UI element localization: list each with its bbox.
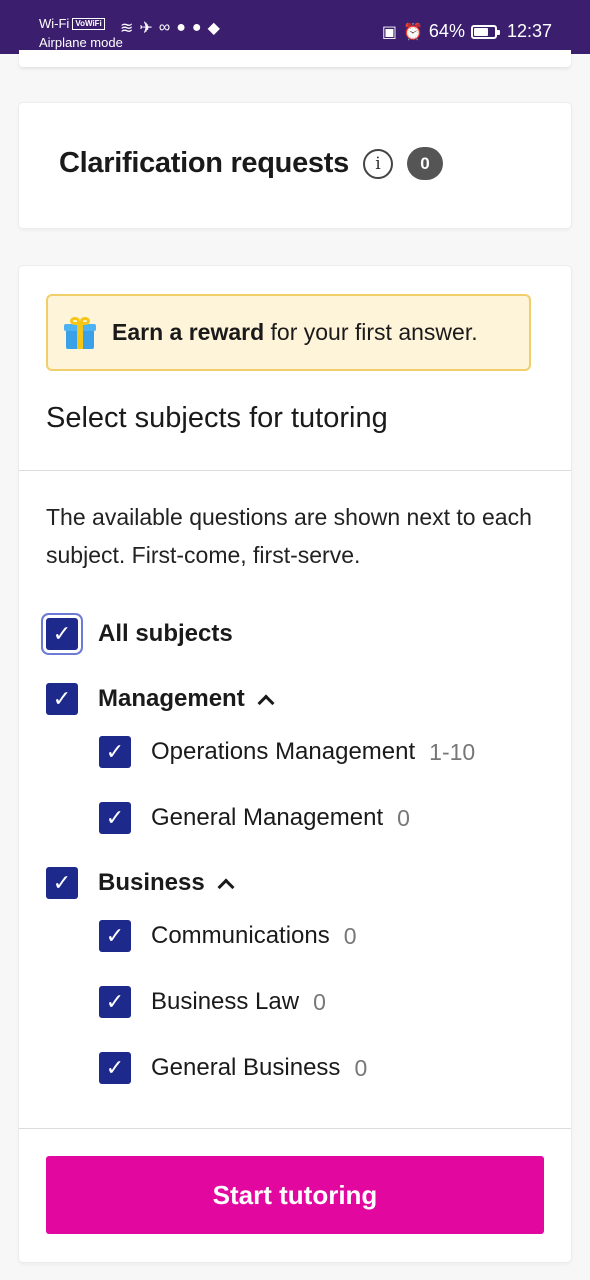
subject-label: Communications — [151, 922, 330, 949]
business-law-checkbox[interactable]: ✓ — [99, 986, 131, 1018]
question-count: 1-10 — [429, 738, 476, 765]
all-subjects-checkbox[interactable]: ✓ — [46, 618, 78, 650]
subjects-title: Select subjects for tutoring — [46, 402, 388, 434]
subject-label: General Management — [151, 804, 384, 831]
group-management[interactable]: ✓ Management — [46, 683, 271, 715]
alarm-icon: ⏰ — [403, 23, 423, 41]
infinity-icon: ∞ — [158, 19, 171, 36]
subject-option[interactable]: ✓ General Business 0 — [99, 1052, 367, 1084]
wifi-label: Wi-Fi — [39, 16, 70, 31]
notification-icons: ≋ ✈ ∞ ● ● ◆ — [120, 18, 220, 38]
communications-checkbox[interactable]: ✓ — [99, 920, 131, 952]
clarification-count-badge: 0 — [406, 147, 443, 180]
question-count: 0 — [343, 922, 357, 949]
management-label: Management — [98, 685, 245, 712]
divider — [19, 1128, 571, 1129]
previous-card-edge — [19, 50, 571, 67]
status-bar: Wi-Fi VoWiFi Airplane mode ≋ ✈ ∞ ● ● ◆ ▣… — [0, 0, 590, 54]
all-subjects-option[interactable]: ✓ All subjects — [46, 618, 233, 650]
wifi-icon: ≋ — [120, 20, 134, 37]
messenger-icon-2: ● — [191, 19, 202, 36]
vowifi-badge: VoWiFi — [72, 17, 105, 30]
chevron-up-icon[interactable] — [219, 880, 231, 892]
reward-text: Earn a reward for your first answer. — [112, 319, 478, 346]
business-label: Business — [98, 869, 205, 896]
general-business-checkbox[interactable]: ✓ — [99, 1052, 131, 1084]
info-icon[interactable]: i — [362, 148, 393, 179]
subject-label: Operations Management — [151, 738, 416, 765]
question-count: 0 — [397, 804, 410, 831]
subject-option[interactable]: ✓ Communications 0 — [99, 920, 357, 952]
nfc-icon: ▣ — [381, 23, 397, 41]
all-subjects-label: All subjects — [98, 620, 233, 647]
clarification-title: Clarification requests — [59, 147, 349, 179]
start-tutoring-button[interactable]: Start tutoring — [46, 1156, 544, 1234]
subject-option[interactable]: ✓ Operations Management 1-10 — [99, 736, 475, 768]
app-icon: ◆ — [207, 20, 220, 37]
subject-option[interactable]: ✓ General Management 0 — [99, 802, 410, 834]
subjects-card: Earn a reward for your first answer. Sel… — [19, 266, 571, 1262]
network-info: Wi-Fi VoWiFi Airplane mode — [39, 14, 123, 52]
clarification-card: Clarification requests i 0 — [19, 103, 571, 228]
subject-label: General Business — [151, 1054, 341, 1081]
divider — [19, 470, 571, 471]
status-right: ▣ ⏰ 64% 12:37 — [382, 21, 552, 42]
subject-option[interactable]: ✓ Business Law 0 — [99, 986, 326, 1018]
messenger-icon: ● — [176, 19, 186, 36]
group-business[interactable]: ✓ Business — [46, 867, 231, 899]
reward-rest: for your first answer. — [264, 319, 478, 345]
business-checkbox[interactable]: ✓ — [46, 867, 78, 899]
gift-icon — [64, 316, 96, 349]
clock: 12:37 — [506, 21, 552, 41]
subject-label: Business Law — [151, 988, 300, 1015]
general-management-checkbox[interactable]: ✓ — [99, 802, 131, 834]
question-count: 0 — [313, 988, 326, 1015]
operations-management-checkbox[interactable]: ✓ — [99, 736, 131, 768]
chevron-up-icon[interactable] — [259, 696, 271, 708]
reward-banner: Earn a reward for your first answer. — [46, 294, 531, 371]
reward-bold: Earn a reward — [112, 319, 265, 345]
battery-percent: 64% — [428, 21, 465, 41]
airplane-icon: ✈ — [139, 20, 153, 37]
subjects-description: The available questions are shown next t… — [46, 504, 532, 568]
question-count: 0 — [354, 1054, 368, 1081]
battery-icon — [470, 24, 500, 39]
management-checkbox[interactable]: ✓ — [46, 683, 78, 715]
